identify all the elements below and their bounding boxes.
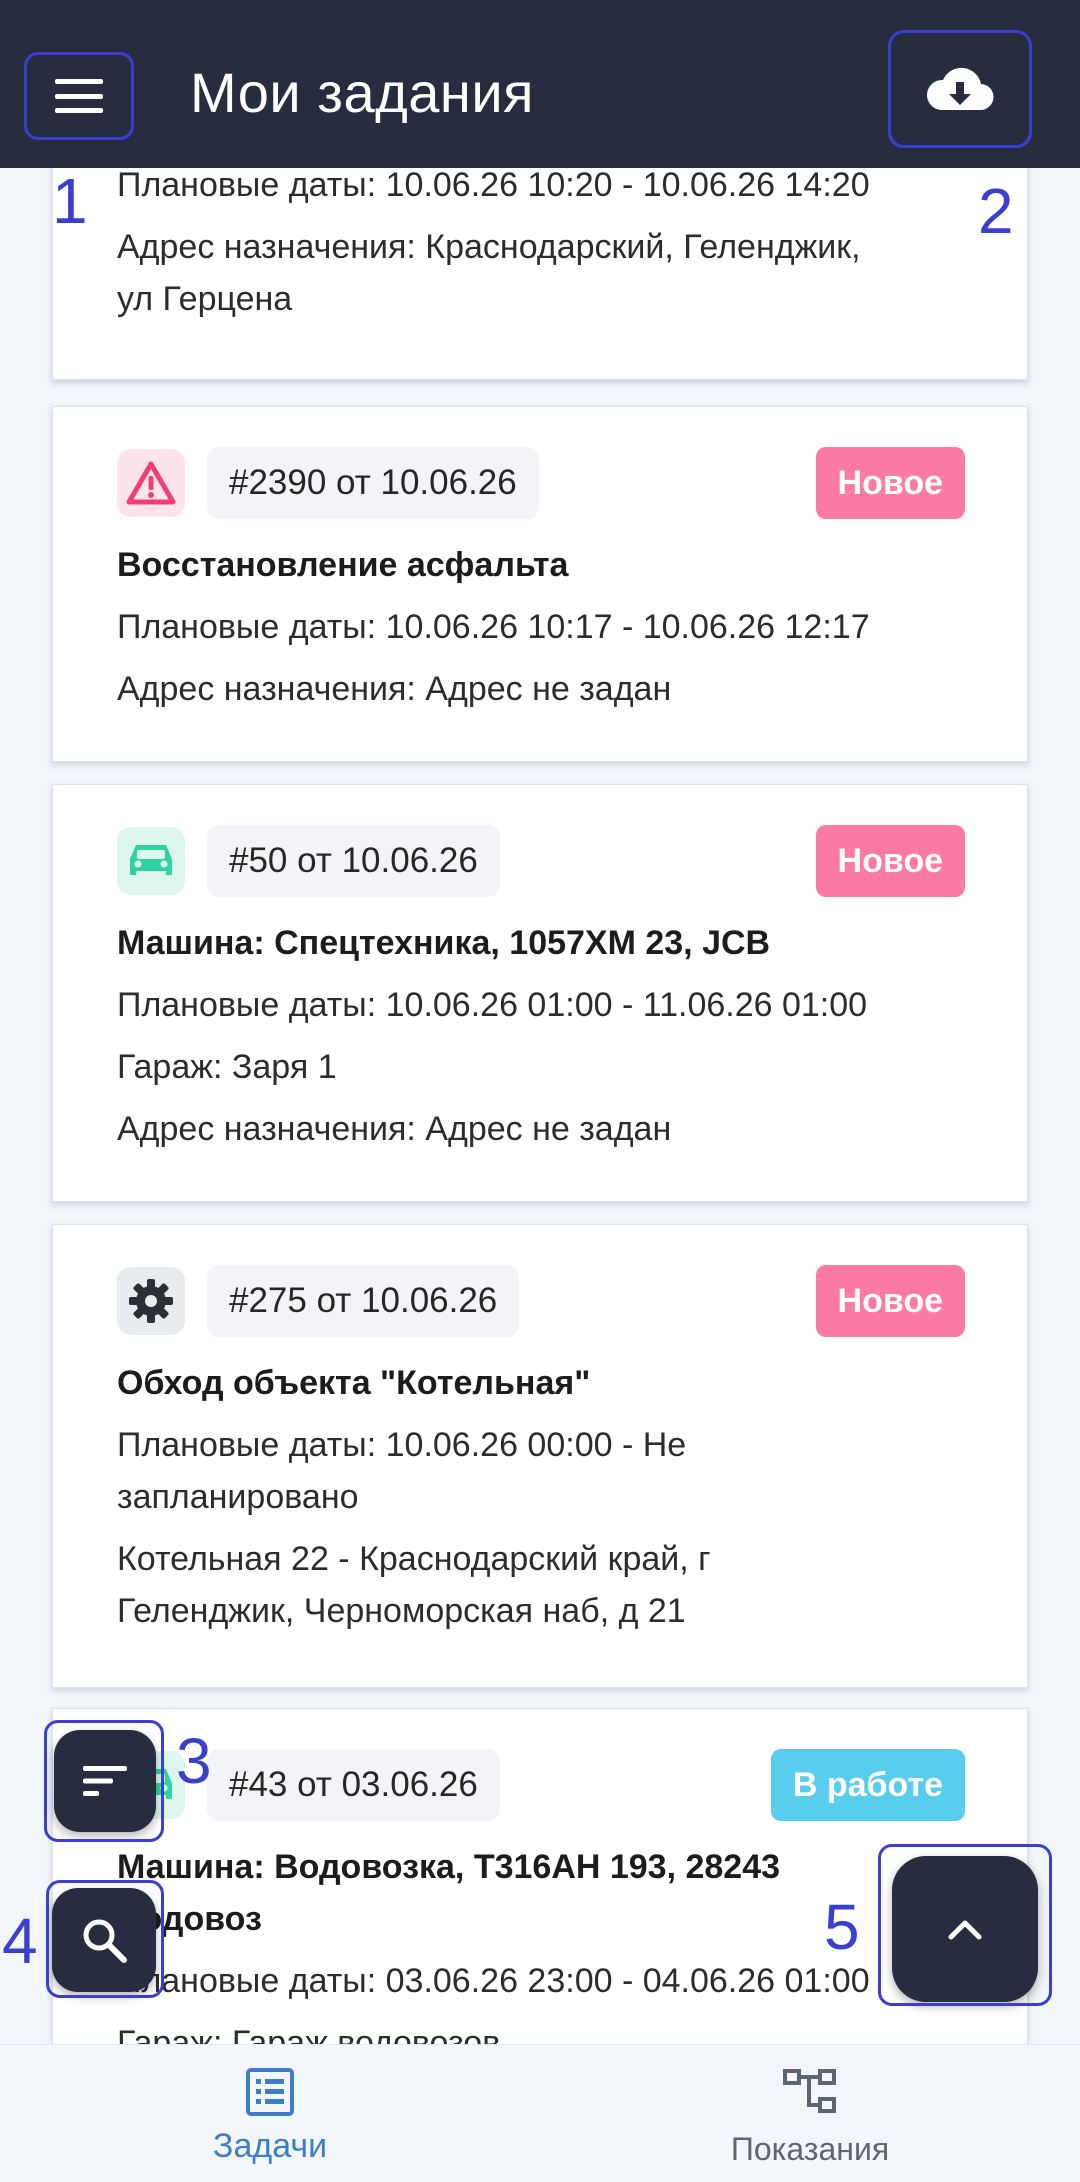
task-number: #275 от 10.06.26 — [207, 1265, 520, 1337]
task-title: Машина: Водовозка, Т316АН 193, 28243 — [117, 1848, 781, 1886]
sort-button[interactable] — [54, 1730, 156, 1832]
status-badge: Новое — [815, 825, 965, 897]
app-header: Мои задания — [0, 0, 1080, 168]
search-button[interactable] — [52, 1888, 156, 1992]
nav-tab-tasks[interactable]: Задачи — [0, 2045, 540, 2182]
card-dates: Плановые даты: 10.06.26 10:17 - 10.06.26… — [117, 608, 870, 646]
hierarchy-icon — [783, 2069, 836, 2113]
cloud-download-icon — [926, 67, 994, 111]
sort-icon — [83, 1766, 127, 1796]
task-type-badge — [117, 449, 185, 517]
card-dates: Плановые даты: 10.06.26 10:20 - 10.06.26… — [117, 168, 870, 204]
card-dates: Плановые даты: 10.06.26 01:00 - 11.06.26… — [117, 986, 868, 1024]
hamburger-menu-icon — [55, 79, 103, 113]
task-type-badge — [117, 1267, 185, 1335]
annotation-5: 5 — [824, 1891, 860, 1963]
card-address-cont: ул Герцена — [117, 280, 293, 318]
download-button[interactable] — [888, 30, 1032, 148]
gear-icon — [129, 1279, 173, 1323]
nav-tab-readings[interactable]: Показания — [540, 2045, 1080, 2182]
task-title: Обход объекта "Котельная" — [117, 1364, 591, 1402]
search-icon — [83, 1919, 127, 1963]
status-badge: Новое — [815, 447, 965, 519]
task-card[interactable]: #275 от 10.06.26 Новое Обход объекта "Ко… — [52, 1224, 1028, 1688]
card-address: Адрес назначения: Адрес не задан — [117, 670, 672, 708]
status-badge: В работе — [770, 1749, 965, 1821]
card-garage: Гараж: Гараж водовозов — [117, 2024, 501, 2044]
page-title: Мои задания — [190, 61, 534, 124]
task-card[interactable]: #2390 от 10.06.26 Новое Восстановление а… — [52, 406, 1028, 762]
bottom-nav: Задачи Показания — [0, 2044, 1080, 2182]
task-number: #2390 от 10.06.26 — [207, 447, 539, 519]
card-garage: Гараж: Заря 1 — [117, 1048, 337, 1086]
card-dates: Плановые даты: 10.06.26 00:00 - Не — [117, 1426, 687, 1464]
task-type-badge — [117, 827, 185, 895]
task-list-icon — [246, 2068, 294, 2116]
task-card[interactable]: Плановые даты: 10.06.26 10:20 - 10.06.26… — [52, 168, 1028, 380]
status-badge: Новое — [815, 1265, 965, 1337]
card-address: Котельная 22 - Краснодарский край, г — [117, 1540, 711, 1578]
annotation-1: 1 — [52, 165, 88, 237]
task-title: Машина: Спецтехника, 1057ХМ 23, JCB — [117, 924, 771, 962]
nav-tab-tasks-label: Задачи — [212, 2127, 328, 2165]
chevron-up-icon — [948, 1920, 982, 1940]
scroll-up-button[interactable] — [892, 1856, 1038, 2002]
car-icon — [130, 845, 172, 875]
task-title-cont: Водовоз — [117, 1900, 262, 1938]
card-address: Адрес назначения: Адрес не задан — [117, 1110, 672, 1148]
annotation-3: 3 — [176, 1725, 212, 1797]
menu-button[interactable] — [24, 52, 134, 140]
annotation-2: 2 — [978, 175, 1014, 247]
task-number: #50 от 10.06.26 — [207, 825, 500, 897]
nav-tab-readings-label: Показания — [730, 2131, 890, 2167]
annotation-4: 4 — [2, 1905, 38, 1977]
task-title: Восстановление асфальта — [117, 546, 569, 584]
card-dates-cont: запланировано — [117, 1478, 359, 1516]
card-address: Адрес назначения: Краснодарский, Гелендж… — [117, 228, 861, 266]
task-card[interactable]: #50 от 10.06.26 Новое Машина: Спецтехник… — [52, 784, 1028, 1202]
warning-icon — [126, 461, 176, 505]
card-dates: Плановые даты: 03.06.26 23:00 - 04.06.26… — [117, 1962, 870, 2000]
card-address-cont: Геленджик, Черноморская наб, д 21 — [117, 1592, 686, 1630]
task-number: #43 от 03.06.26 — [207, 1749, 500, 1821]
task-list[interactable]: Плановые даты: 10.06.26 10:20 - 10.06.26… — [0, 168, 1080, 2044]
